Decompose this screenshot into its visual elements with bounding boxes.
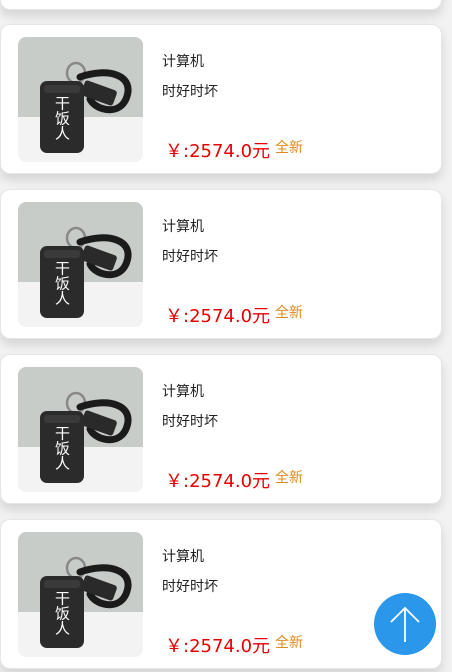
product-description: 时好时坏 bbox=[162, 579, 218, 595]
product-description: 时好时坏 bbox=[162, 249, 218, 265]
product-condition: 全新 bbox=[275, 305, 303, 321]
thumbnail-text: 干饭人 bbox=[53, 261, 71, 306]
product-description: 时好时坏 bbox=[162, 84, 218, 100]
product-price: ￥:2574.0元 bbox=[165, 141, 271, 162]
product-name: 计算机 bbox=[162, 384, 204, 400]
thumbnail-text: 干饭人 bbox=[53, 591, 71, 636]
product-card[interactable]: 干饭人 计算机 时好时坏 ￥:2574.0元 全新 bbox=[0, 24, 442, 174]
product-thumbnail: 干饭人 bbox=[18, 37, 143, 162]
product-name: 计算机 bbox=[162, 549, 204, 565]
product-card[interactable]: 干饭人 计算机 时好时坏 ￥:2574.0元 全新 bbox=[0, 519, 442, 669]
product-condition: 全新 bbox=[275, 635, 303, 651]
product-condition: 全新 bbox=[275, 140, 303, 156]
thumbnail-text: 干饭人 bbox=[53, 426, 71, 471]
product-price: ￥:2574.0元 bbox=[165, 471, 271, 492]
arrow-up-icon bbox=[390, 606, 420, 642]
product-price: ￥:2574.0元 bbox=[165, 636, 271, 657]
product-card-partial[interactable] bbox=[0, 0, 442, 10]
product-description: 时好时坏 bbox=[162, 414, 218, 430]
product-thumbnail: 干饭人 bbox=[18, 202, 143, 327]
product-card[interactable]: 干饭人 计算机 时好时坏 ￥:2574.0元 全新 bbox=[0, 354, 442, 504]
thumbnail-text: 干饭人 bbox=[53, 96, 71, 141]
product-price: ￥:2574.0元 bbox=[165, 306, 271, 327]
product-thumbnail: 干饭人 bbox=[18, 367, 143, 492]
product-name: 计算机 bbox=[162, 54, 204, 70]
product-thumbnail: 干饭人 bbox=[18, 532, 143, 657]
product-card[interactable]: 干饭人 计算机 时好时坏 ￥:2574.0元 全新 bbox=[0, 189, 442, 339]
product-condition: 全新 bbox=[275, 470, 303, 486]
product-name: 计算机 bbox=[162, 219, 204, 235]
back-to-top-button[interactable] bbox=[374, 593, 436, 655]
